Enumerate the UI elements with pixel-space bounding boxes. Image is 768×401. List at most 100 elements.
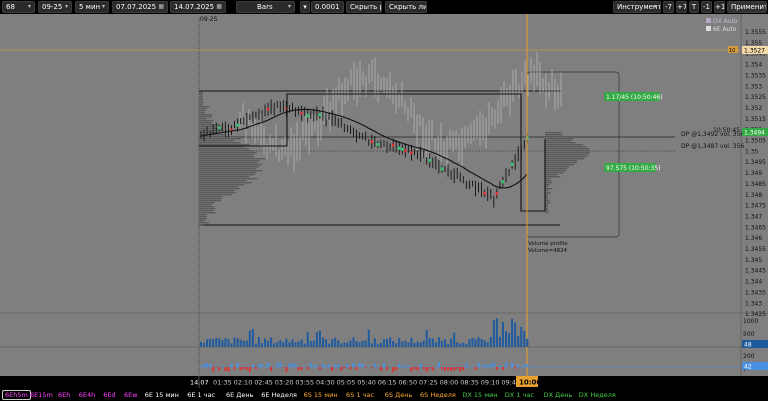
workspace-tab[interactable]: DX День (544, 390, 573, 400)
delta-bar (212, 367, 215, 372)
legend-6e-swatch (706, 26, 711, 31)
delta-bar (444, 367, 446, 371)
toolbar: 68 ▾ 09-25 ▾ 5 мин ▾ 07.07.2025 ▦ 14.07.2025… (0, 0, 768, 14)
timeframe-select[interactable]: 5 мин ▾ (75, 1, 109, 13)
sell-marker (300, 111, 303, 115)
workspace-tab[interactable]: 6Ew (124, 390, 138, 400)
workspace-tab[interactable]: 6Eh (58, 390, 70, 400)
volume-bar (462, 342, 465, 347)
workspace-tab[interactable]: 6E День (226, 390, 253, 400)
delta-axis-200: 200 (743, 353, 755, 360)
delta-bar (300, 367, 303, 370)
workspace-tab[interactable]: 6S Неделя (420, 390, 456, 400)
profile-bar (199, 152, 257, 154)
price-axis-label: 1.353 (745, 83, 762, 90)
price-axis-label: 1.344 (745, 279, 762, 286)
volume-bar (450, 338, 453, 347)
workspace-tab[interactable]: 6E4h (79, 390, 96, 400)
volume-bar (230, 343, 233, 347)
shift-back-1-label: -1 (703, 3, 710, 11)
date-from-field[interactable]: 07.07.2025 ▦ (112, 1, 168, 13)
delta-bar (288, 363, 291, 367)
volume-bar (456, 342, 459, 347)
delta-bar (447, 367, 450, 371)
volume-bar (261, 343, 263, 347)
workspace-tab[interactable]: 6E 1 час (187, 390, 215, 400)
profile-bar (199, 170, 263, 172)
symbol-select[interactable]: 68 ▾ (2, 1, 35, 13)
workspace-tab[interactable]: 6E 15 мин (145, 390, 179, 400)
hide-drawings-button[interactable]: Скрыть рис. (346, 1, 382, 13)
shift-forward-1-label: +1 (715, 3, 725, 11)
volume-bar (401, 341, 404, 347)
workspace-tab[interactable]: 6E15m (30, 390, 53, 400)
volume-bar (291, 339, 294, 347)
chevron-down-icon: ▾ (287, 3, 291, 10)
profile-bar (199, 206, 215, 208)
price-axis-label: 1.3525 (745, 94, 766, 101)
volume-bar (309, 340, 312, 347)
price-chart[interactable]: 09-25 DX Auto 6E Auto 10 Volume profile … (0, 14, 768, 388)
profile-bar (545, 144, 584, 146)
chart-type-select[interactable]: Bars ▾ (236, 1, 295, 13)
price-axis-label: 1.352 (745, 105, 762, 112)
delta-bar (337, 364, 340, 367)
workspace-tab[interactable]: 6S День (385, 390, 413, 400)
buy-marker (501, 180, 505, 184)
delta-bar (456, 367, 459, 369)
price-axis-label: 1.3465 (745, 224, 766, 231)
delta-bar (224, 367, 227, 371)
hide-lines-button[interactable]: Скрыть линии (385, 1, 427, 13)
tick-size-down-button[interactable]: ▾ (300, 1, 310, 13)
delta-bar (392, 367, 395, 372)
delta-bar (480, 366, 483, 367)
workspace-tab[interactable]: DX 1 час (505, 390, 534, 400)
delta-bar (419, 363, 422, 367)
workspace-tab[interactable]: 6S 1 час (346, 390, 374, 400)
volume-bar (416, 341, 419, 347)
delta-bar (233, 367, 236, 370)
legend-6e-label: 6E Auto (713, 26, 737, 33)
profile-bar (545, 160, 578, 162)
shift-back-1-button[interactable]: -1 (701, 1, 712, 13)
workspace-tab[interactable]: 6S 15 мин (304, 390, 338, 400)
profile-bar (199, 108, 207, 110)
volume-bar (224, 338, 227, 347)
price-marker-current: 1.3494 (744, 130, 765, 137)
today-button[interactable]: T (689, 1, 699, 13)
volume-bar (200, 341, 202, 347)
volume-bar (206, 339, 209, 347)
workspace-tab[interactable]: 6Eh5m (2, 390, 31, 400)
shift-back-7-button[interactable]: -7 (663, 1, 674, 13)
tools-menu[interactable]: Инструменты▾ (613, 1, 661, 13)
profile-bar (545, 150, 591, 152)
contract-select[interactable]: 09-25 ▾ (38, 1, 72, 13)
delta-bar (315, 365, 318, 367)
volume-bar (404, 340, 407, 347)
tick-size-field[interactable]: 0.0001 (311, 1, 344, 13)
profile-bar (199, 172, 257, 174)
profile-bar (545, 188, 553, 190)
workspace-tab[interactable]: 6Ed (103, 390, 115, 400)
volume-bar (349, 340, 352, 347)
date-to-field[interactable]: 14.07.2025 ▦ (170, 1, 226, 13)
profile-bar (199, 216, 207, 218)
price-axis-label: 1.349 (745, 170, 762, 177)
delta-bar (422, 367, 425, 370)
price-axis-label: 1.354 (745, 62, 762, 69)
workspace-tab[interactable]: DX 15 мин (462, 390, 497, 400)
delta-bar (520, 366, 523, 367)
profile-bar (199, 164, 262, 166)
apply-button[interactable]: Применить (727, 1, 767, 13)
volume-bar (352, 337, 355, 347)
shift-forward-7-button[interactable]: +7 (676, 1, 687, 13)
shift-forward-1-button[interactable]: +1 (714, 1, 725, 13)
sell-marker (483, 191, 486, 195)
volume-bar (480, 338, 483, 347)
workspace-tab[interactable]: DX Неделя (579, 390, 616, 400)
workspace-tab[interactable]: 6E Неделя (261, 390, 297, 400)
price-axis-label: 1.3485 (745, 181, 766, 188)
price-axis-label: 1.3505 (745, 138, 766, 145)
volume-bar (285, 338, 288, 347)
buy-marker (401, 147, 404, 151)
